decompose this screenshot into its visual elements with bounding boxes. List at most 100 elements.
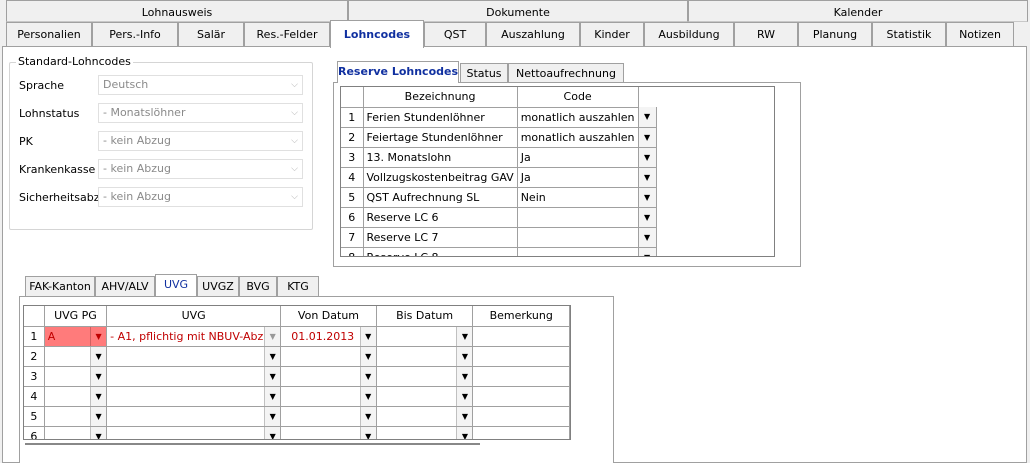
cell-uvg-pg[interactable]: A ▼ — [44, 326, 108, 347]
cell-bis-datum[interactable]: ▼ — [376, 366, 474, 387]
dropdown-button[interactable]: ▼ — [638, 247, 657, 256]
table-row[interactable]: 3 13. Monatslohn Ja ▼ — [341, 147, 657, 168]
lohnstatus-select[interactable]: - Monatslöhner ⌵ — [98, 103, 303, 123]
cell-code[interactable]: monatlich auszahlen — [517, 127, 639, 148]
cell-bezeichnung[interactable]: Feiertage Stundenlöhner — [363, 127, 518, 148]
tab-kalender[interactable]: Kalender — [688, 0, 1028, 22]
dropdown-button[interactable]: ▼ — [456, 366, 472, 385]
cell-uvg[interactable]: ▼ — [106, 386, 282, 407]
tab-dokumente[interactable]: Dokumente — [348, 0, 688, 22]
dropdown-button[interactable]: ▼ — [264, 326, 280, 345]
cell-uvg[interactable]: ▼ — [106, 366, 282, 387]
tab-status[interactable]: Status — [460, 63, 508, 83]
cell-code[interactable]: monatlich auszahlen — [517, 107, 639, 128]
cell-uvg-pg[interactable]: ▼ — [44, 366, 108, 387]
cell-bemerkung[interactable] — [472, 406, 570, 427]
table-row[interactable]: 8 Reserve LC 8 ▼ — [341, 247, 657, 256]
table-row[interactable]: 2 Feiertage Stundenlöhner monatlich auszah… — [341, 127, 657, 148]
cell-bis-datum[interactable]: ▼ — [376, 406, 474, 427]
tab-res-felder[interactable]: Res.-Felder — [244, 22, 330, 46]
cell-code[interactable]: Ja — [517, 167, 639, 188]
cell-uvg-pg[interactable]: ▼ — [44, 426, 108, 439]
dropdown-button[interactable]: ▼ — [359, 386, 376, 405]
uvg-grid[interactable]: UVG PG UVG Von Datum Bis Datum Bemerkung… — [23, 305, 571, 440]
tab-personalien[interactable]: Personalien — [6, 22, 92, 46]
tab-rw[interactable]: RW — [734, 22, 798, 46]
dropdown-button[interactable]: ▼ — [638, 227, 657, 248]
dropdown-button[interactable]: ▼ — [456, 326, 472, 345]
table-row[interactable]: 4 Vollzugskostenbeitrag GAV Ja ▼ — [341, 167, 657, 188]
tab-ktg[interactable]: KTG — [277, 276, 319, 296]
cell-bezeichnung[interactable]: Ferien Stundenlöhner — [363, 107, 518, 128]
cell-uvg-pg[interactable]: ▼ — [44, 386, 108, 407]
cell-uvg-pg[interactable]: ▼ — [44, 346, 108, 367]
dropdown-button[interactable]: ▼ — [90, 326, 106, 345]
table-row[interactable]: 7 Reserve LC 7 ▼ — [341, 227, 657, 248]
tab-ahv-alv[interactable]: AHV/ALV — [95, 276, 155, 296]
cell-uvg[interactable]: ▼ — [106, 426, 282, 439]
dropdown-button[interactable]: ▼ — [264, 346, 280, 365]
dropdown-button[interactable]: ▼ — [90, 406, 106, 425]
cell-von-datum[interactable]: ▼ — [280, 346, 377, 367]
table-row[interactable]: 1 Ferien Stundenlöhner monatlich auszahlen… — [341, 107, 657, 128]
tab-lohnausweis[interactable]: Lohnausweis — [6, 0, 348, 22]
dropdown-button[interactable]: ▼ — [264, 426, 280, 439]
tab-kinder[interactable]: Kinder — [580, 22, 644, 46]
cell-von-datum[interactable]: ▼ — [280, 426, 377, 439]
cell-uvg[interactable]: ▼ — [106, 346, 282, 367]
tab-fak-kanton[interactable]: FAK-Kanton — [25, 276, 95, 296]
table-row[interactable]: 5 ▼ ▼ ▼ ▼ — [24, 406, 570, 427]
dropdown-button[interactable]: ▼ — [638, 147, 657, 168]
tab-lohncodes[interactable]: Lohncodes — [330, 20, 424, 48]
tab-planung[interactable]: Planung — [798, 22, 872, 46]
cell-bemerkung[interactable] — [472, 326, 570, 347]
reserve-grid[interactable]: Bezeichnung Code 1 Ferien Stundenlöhner mo… — [340, 86, 775, 257]
table-row[interactable]: 4 ▼ ▼ ▼ ▼ — [24, 386, 570, 407]
dropdown-button[interactable]: ▼ — [456, 346, 472, 365]
dropdown-button[interactable]: ▼ — [359, 366, 376, 385]
krankenkasse-select[interactable]: - kein Abzug ⌵ — [98, 159, 303, 179]
tab-notizen[interactable]: Notizen — [946, 22, 1014, 46]
pk-select[interactable]: - kein Abzug ⌵ — [98, 131, 303, 151]
cell-uvg[interactable]: ▼ — [106, 406, 282, 427]
tab-uvg[interactable]: UVG — [155, 274, 197, 296]
tab-nettoaufrechnung[interactable]: Nettoaufrechnung — [508, 63, 624, 83]
dropdown-button[interactable]: ▼ — [638, 167, 657, 188]
dropdown-button[interactable]: ▼ — [264, 406, 280, 425]
cell-bezeichnung[interactable]: Reserve LC 7 — [363, 227, 518, 248]
sprache-select[interactable]: Deutsch ⌵ — [98, 75, 303, 95]
cell-bezeichnung[interactable]: Reserve LC 8 — [363, 247, 518, 256]
cell-bezeichnung[interactable]: 13. Monatslohn — [363, 147, 518, 168]
dropdown-button[interactable]: ▼ — [456, 426, 472, 439]
dropdown-button[interactable]: ▼ — [359, 326, 376, 345]
dropdown-button[interactable]: ▼ — [90, 426, 106, 439]
table-row[interactable]: 5 QST Aufrechnung SL Nein ▼ — [341, 187, 657, 208]
cell-code[interactable]: Ja — [517, 147, 639, 168]
cell-bemerkung[interactable] — [472, 346, 570, 367]
cell-code[interactable] — [517, 227, 639, 248]
cell-von-datum[interactable]: ▼ — [280, 366, 377, 387]
uvg-horizontal-scrollbar[interactable] — [25, 443, 480, 445]
tab-pers-info[interactable]: Pers.-Info — [92, 22, 178, 46]
table-row[interactable]: 6 ▼ ▼ ▼ ▼ — [24, 426, 570, 439]
tab-salaer[interactable]: Salär — [178, 22, 244, 46]
cell-code[interactable] — [517, 207, 639, 228]
dropdown-button[interactable]: ▼ — [90, 386, 106, 405]
dropdown-button[interactable]: ▼ — [264, 366, 280, 385]
table-row[interactable]: 2 ▼ ▼ ▼ ▼ — [24, 346, 570, 367]
cell-uvg[interactable]: - A1, pflichtig mit NBUV-Abzug ▼ — [106, 326, 282, 347]
cell-bemerkung[interactable] — [472, 386, 570, 407]
cell-bezeichnung[interactable]: Reserve LC 6 — [363, 207, 518, 228]
dropdown-button[interactable]: ▼ — [90, 366, 106, 385]
tab-bvg[interactable]: BVG — [239, 276, 277, 296]
cell-bemerkung[interactable] — [472, 426, 570, 439]
cell-von-datum[interactable]: ▼ — [280, 386, 377, 407]
cell-bezeichnung[interactable]: Vollzugskostenbeitrag GAV — [363, 167, 518, 188]
cell-bemerkung[interactable] — [472, 366, 570, 387]
sicherheitsabz-select[interactable]: - kein Abzug ⌵ — [98, 187, 303, 207]
table-row[interactable]: 1 A ▼ - A1, pflichtig mit NBUV-Abzug ▼ 01.… — [24, 326, 570, 347]
dropdown-button[interactable]: ▼ — [90, 346, 106, 365]
tab-auszahlung[interactable]: Auszahlung — [486, 22, 580, 46]
cell-bis-datum[interactable]: ▼ — [376, 386, 474, 407]
dropdown-button[interactable]: ▼ — [456, 386, 472, 405]
